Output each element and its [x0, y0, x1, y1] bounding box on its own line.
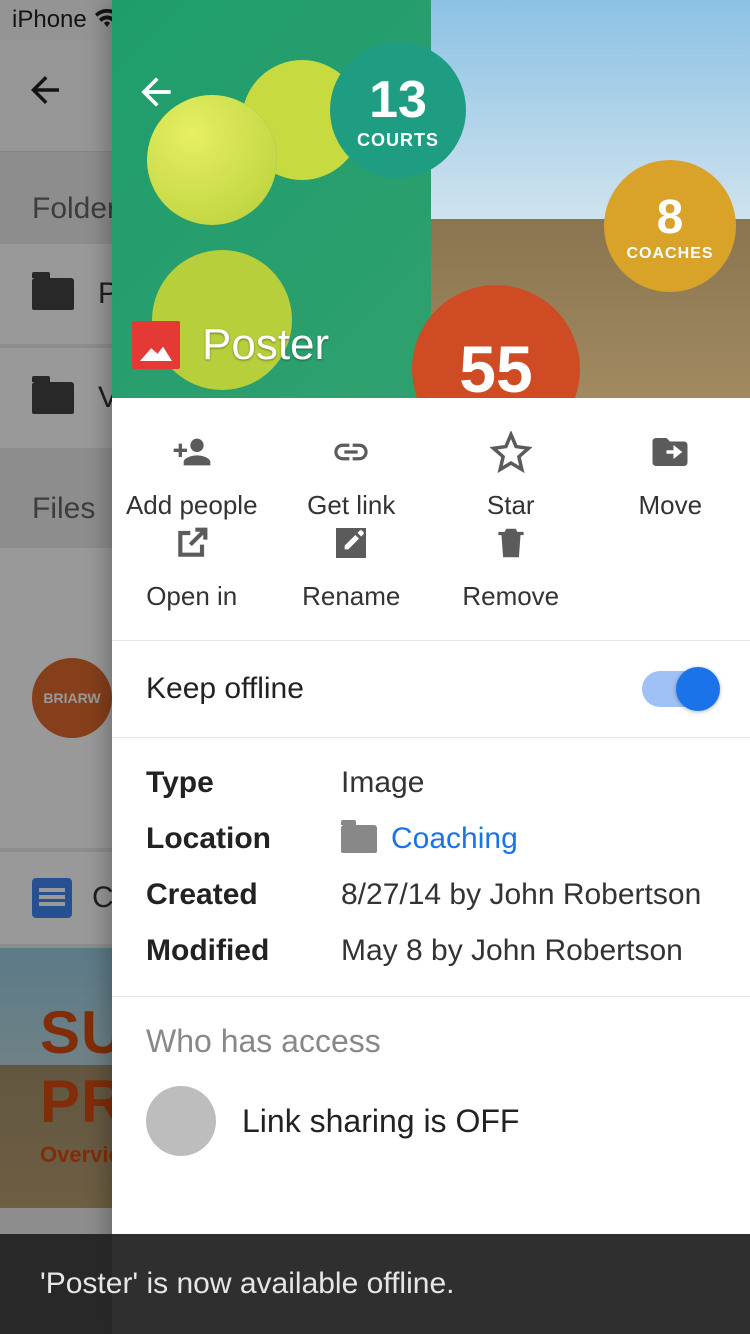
action-label: Open in: [146, 581, 237, 612]
link-sharing-status: Link sharing is OFF: [242, 1103, 519, 1140]
access-section: Who has access Link sharing is OFF: [112, 997, 750, 1156]
image-file-icon: [132, 321, 180, 369]
sheet-back-button[interactable]: [134, 70, 178, 119]
action-label: Remove: [462, 581, 559, 612]
hero-preview: 13 COURTS 8 COACHES 55 Poster: [112, 0, 750, 398]
action-label: Rename: [302, 581, 400, 612]
file-name: Poster: [202, 320, 329, 370]
open-in-button[interactable]: Open in: [112, 521, 272, 612]
remove-button[interactable]: Remove: [431, 521, 591, 612]
hero-badge-coaches: 8 COACHES: [604, 160, 736, 292]
star-button[interactable]: Star: [431, 430, 591, 521]
action-label: Add people: [126, 490, 258, 521]
move-folder-icon: [648, 430, 692, 474]
action-label: Star: [487, 490, 535, 521]
hero-badge-courts: 13 COURTS: [330, 42, 466, 178]
keep-offline-toggle[interactable]: [642, 671, 716, 707]
folder-icon: [341, 825, 377, 853]
move-button[interactable]: Move: [591, 430, 750, 521]
detail-key-location: Location: [146, 822, 341, 856]
snackbar: 'Poster' is now available offline.: [0, 1234, 750, 1334]
detail-value-type: Image: [341, 766, 424, 800]
detail-value-modified: May 8 by John Robertson: [341, 934, 683, 968]
link-sharing-avatar: [146, 1086, 216, 1156]
access-header: Who has access: [146, 1023, 716, 1060]
detail-key-type: Type: [146, 766, 341, 800]
action-label: Get link: [307, 490, 395, 521]
keep-offline-label: Keep offline: [146, 672, 304, 706]
add-people-button[interactable]: Add people: [112, 430, 272, 521]
action-label: Move: [638, 490, 702, 521]
rename-icon: [329, 521, 373, 565]
detail-value-created: 8/27/14 by John Robertson: [341, 878, 701, 912]
open-in-icon: [170, 521, 214, 565]
detail-value-location[interactable]: Coaching: [341, 822, 518, 856]
file-detail-sheet: 13 COURTS 8 COACHES 55 Poster: [112, 0, 750, 1334]
detail-key-modified: Modified: [146, 934, 341, 968]
details-section: Type Image Location Coaching Created 8/2…: [112, 738, 750, 997]
star-icon: [489, 430, 533, 474]
link-sharing-row[interactable]: Link sharing is OFF: [146, 1086, 716, 1156]
add-person-icon: [170, 430, 214, 474]
location-link[interactable]: Coaching: [391, 822, 518, 856]
rename-button[interactable]: Rename: [272, 521, 432, 612]
action-grid: Add people Get link Star Move: [112, 398, 750, 641]
detail-key-created: Created: [146, 878, 341, 912]
get-link-button[interactable]: Get link: [272, 430, 432, 521]
snackbar-text: 'Poster' is now available offline.: [40, 1267, 454, 1301]
keep-offline-row: Keep offline: [112, 641, 750, 738]
trash-icon: [489, 521, 533, 565]
link-icon: [329, 430, 373, 474]
